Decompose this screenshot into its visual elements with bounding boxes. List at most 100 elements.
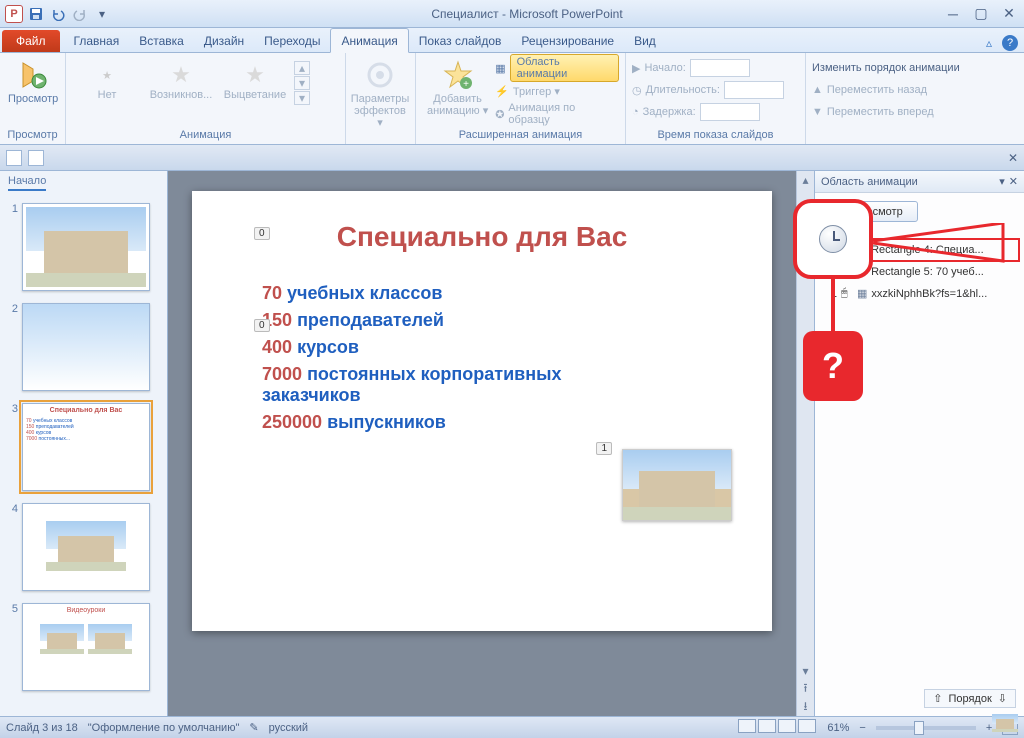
add-animation-icon: + [442, 59, 474, 91]
zoom-slider[interactable] [876, 726, 976, 730]
effect-row-2[interactable]: ✶ Rectangle 5: 70 учеб... [823, 264, 1016, 280]
anim-tag-0b[interactable]: 0 [254, 319, 270, 332]
preview-button[interactable]: Просмотр [6, 55, 60, 109]
animation-pane: Область анимации ▾ ✕ ▶ Просмотр 0 ✶ Rect… [814, 171, 1024, 716]
add-animation-button: + Добавить анимацию ▾ [422, 55, 493, 121]
qat-customize[interactable]: ▾ [92, 4, 112, 24]
gallery-up[interactable]: ▴ [294, 61, 310, 75]
reorder-up-icon: ⇧ [933, 692, 942, 705]
main-area: Начало 1 2 3 Специально для Вас 70 учебн… [0, 171, 1024, 716]
view-buttons[interactable] [737, 719, 817, 736]
move-earlier-button: ▲Переместить назад [812, 79, 927, 101]
effect-options-button: Параметры эффектов ▾ [352, 55, 408, 133]
slide-editor: 0 Специально для Вас 0 70 учебных классо… [168, 171, 814, 716]
effect-options-icon [364, 59, 396, 91]
tab-review[interactable]: Рецензирование [511, 29, 624, 52]
prev-slide[interactable]: ⭱ [797, 680, 814, 698]
ribbon-tabs: Файл Главная Вставка Дизайн Переходы Ани… [0, 28, 1024, 53]
next-slide[interactable]: ⭳ [797, 698, 814, 716]
zoom-out-button[interactable]: − [859, 722, 865, 734]
slide-image[interactable] [622, 449, 732, 521]
ribbon-minimize-icon[interactable]: ▵ [980, 34, 998, 52]
start-icon: ▶ [632, 62, 640, 75]
pane-close-icon[interactable]: ✕ [1009, 175, 1018, 188]
slide-canvas[interactable]: 0 Специально для Вас 0 70 учебных классо… [168, 171, 796, 716]
app-icon[interactable]: P [4, 4, 24, 24]
animation-pane-title: Область анимации [821, 176, 918, 188]
anim-tag-1[interactable]: 1 [596, 442, 612, 455]
thumbnail-4[interactable] [22, 503, 150, 591]
reorder-label: Изменить порядок анимации [812, 57, 960, 79]
pane-menu-icon[interactable]: ▾ [999, 175, 1005, 188]
panel-close-icon[interactable]: ✕ [1008, 151, 1018, 165]
gallery-more[interactable]: ▾ [294, 91, 310, 105]
spellcheck-icon[interactable]: ✎ [249, 721, 258, 734]
save-button[interactable] [26, 4, 46, 24]
gallery-down[interactable]: ▾ [294, 76, 310, 90]
tab-slideshow[interactable]: Показ слайдов [409, 29, 512, 52]
status-language[interactable]: русский [269, 722, 308, 734]
pane-icon: ▦ [495, 62, 505, 75]
tab-file[interactable]: Файл [2, 30, 60, 52]
outline-tab[interactable]: Начало [8, 175, 46, 191]
tab-view[interactable]: Вид [624, 29, 666, 52]
clock-icon [841, 244, 853, 256]
scroll-up[interactable]: ▴ [797, 171, 814, 189]
window-controls: ─ ▢ ✕ [942, 5, 1020, 23]
group-preview: Просмотр [6, 127, 59, 144]
anim-tag-0a[interactable]: 0 [254, 227, 270, 240]
thumbnail-1[interactable] [22, 203, 150, 291]
thumbnail-5[interactable]: Видеоуроки [22, 603, 150, 691]
tab-home[interactable]: Главная [64, 29, 130, 52]
view-toolbar: ✕ [0, 145, 1024, 171]
thumbnail-3[interactable]: Специально для Вас 70 учебных классов 15… [22, 403, 150, 491]
status-slide: Слайд 3 из 18 [6, 722, 78, 734]
tab-transitions[interactable]: Переходы [254, 29, 330, 52]
duration-icon: ◷ [632, 84, 642, 97]
trigger-icon: ⚡ [495, 85, 509, 98]
reorder-down-icon: ⇩ [998, 692, 1007, 705]
thumbnail-list[interactable]: 1 2 3 Специально для Вас 70 учебных клас… [0, 195, 167, 716]
window-title: Специалист - Microsoft PowerPoint [112, 7, 942, 21]
animation-pane-button[interactable]: ▦ Область анимации [495, 57, 619, 79]
slides-tab-icon[interactable] [28, 150, 44, 166]
mouse-icon: 🖱 [841, 287, 853, 300]
star-icon: ✶ [857, 265, 867, 279]
duration-input [724, 81, 784, 99]
maximize-button[interactable]: ▢ [970, 5, 992, 23]
status-bar: Слайд 3 из 18 "Оформление по умолчанию" … [0, 716, 1024, 738]
outline-tab-icon[interactable] [6, 150, 22, 166]
effect-row-1[interactable]: 0 ✶ Rectangle 4: Специа... [823, 242, 1016, 258]
preview-label: Просмотр [8, 93, 58, 105]
play-icon: ▶ [838, 205, 846, 218]
close-button[interactable]: ✕ [998, 5, 1020, 23]
animation-gallery[interactable]: ★Нет ★Возникнов... ★Выцветание ▴ ▾ ▾ [72, 55, 310, 105]
play-animations-button[interactable]: ▶ Просмотр [823, 201, 918, 222]
group-timing: Время показа слайдов [632, 127, 799, 144]
scroll-down[interactable]: ▾ [797, 662, 814, 680]
status-theme: "Оформление по умолчанию" [88, 722, 240, 734]
redo-button[interactable] [70, 4, 90, 24]
minimize-button[interactable]: ─ [942, 5, 964, 23]
thumbnail-2[interactable] [22, 303, 150, 391]
reorder-button[interactable]: ⇧ Порядок ⇩ [924, 689, 1016, 708]
star-icon: ✶ [857, 243, 867, 257]
tab-design[interactable]: Дизайн [194, 29, 254, 52]
tab-insert[interactable]: Вставка [129, 29, 194, 52]
undo-button[interactable] [48, 4, 68, 24]
delay-input [700, 103, 760, 121]
tab-animations[interactable]: Анимация [330, 28, 408, 53]
trigger-button: ⚡ Триггер ▾ [495, 80, 619, 102]
clock-icon [841, 266, 853, 278]
zoom-value[interactable]: 61% [827, 722, 849, 734]
animation-painter-button: ✪ Анимация по образцу [495, 103, 619, 125]
slide[interactable]: 0 Специально для Вас 0 70 учебных классо… [192, 191, 772, 631]
start-input [690, 59, 750, 77]
title-bar: P ▾ Специалист - Microsoft PowerPoint ─ … [0, 0, 1024, 28]
move-later-button: ▼Переместить вперед [812, 101, 934, 123]
media-icon: ▦ [857, 287, 867, 300]
group-advanced-animation: Расширенная анимация [422, 127, 619, 144]
help-icon[interactable]: ? [1002, 35, 1018, 51]
slide-title[interactable]: Специально для Вас [232, 221, 732, 253]
effect-row-3[interactable]: 1 🖱 ▦ xxzkiNphhBk?fs=1&hl... [823, 286, 1016, 301]
